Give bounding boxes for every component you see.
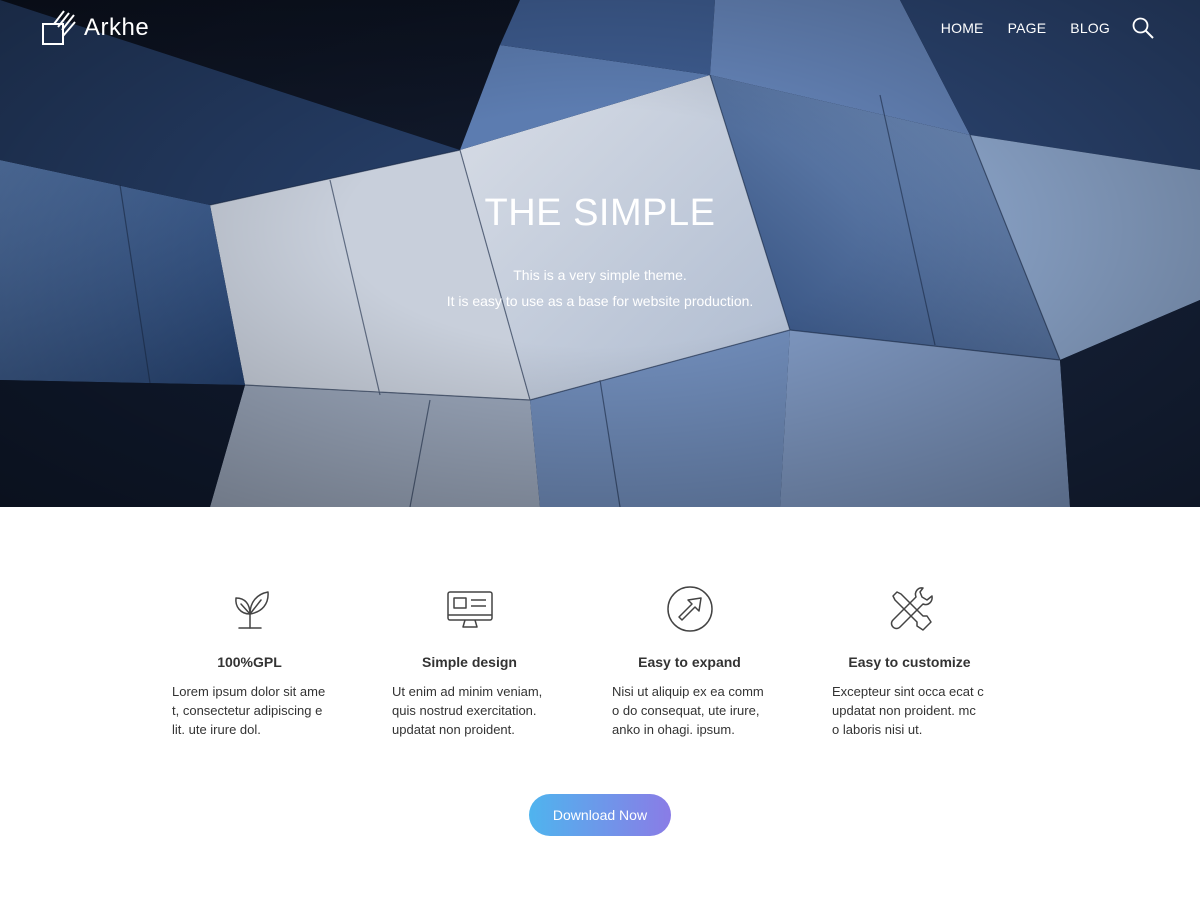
feature-description: Excepteur sint occa ecat c updatat non p… xyxy=(832,682,992,739)
feature-text-line: anko in ohagi. ipsum. xyxy=(612,722,735,737)
feature-title: 100%GPL xyxy=(217,654,282,670)
logo-text: Arkhe xyxy=(84,14,150,41)
feature-title: Easy to expand xyxy=(638,654,741,670)
feature-text-line: o laboris nisi ut. xyxy=(832,722,923,737)
feature-text-line: Excepteur sint occa ecat c xyxy=(832,684,984,699)
feature-easy-expand: Easy to expand Nisi ut aliquip ex ea com… xyxy=(612,584,832,739)
feature-icon-wrapper xyxy=(832,584,987,638)
features-section: 100%GPL Lorem ipsum dolor sit ame t, con… xyxy=(172,584,1052,739)
leaf-icon xyxy=(234,591,269,629)
feature-text-line: lit. ute irure dol. xyxy=(172,722,261,737)
feature-simple-design: Simple design Ut enim ad minim veniam, q… xyxy=(392,584,612,739)
feature-easy-customize: Easy to customize Excepteur sint occa ec… xyxy=(832,584,1052,739)
feature-icon-wrapper xyxy=(172,584,327,638)
feature-text-line: quis nostrud exercitation. xyxy=(392,703,537,718)
monitor-icon xyxy=(446,591,493,628)
feature-text-line: Lorem ipsum dolor sit ame xyxy=(172,684,326,699)
site-header: Arkhe HOME PAGE BLOG xyxy=(0,0,1200,60)
download-now-button[interactable]: Download Now xyxy=(529,794,671,836)
main-navigation: HOME PAGE BLOG xyxy=(917,17,1154,39)
feature-description: Nisi ut aliquip ex ea comm o do consequa… xyxy=(612,682,772,739)
feature-text-line: Ut enim ad minim veniam, xyxy=(392,684,543,699)
feature-gpl: 100%GPL Lorem ipsum dolor sit ame t, con… xyxy=(172,584,392,739)
feature-description: Lorem ipsum dolor sit ame t, consectetur… xyxy=(172,682,332,739)
tools-icon xyxy=(890,587,933,631)
hero-subtitle: This is a very simple theme. It is easy … xyxy=(0,262,1200,314)
feature-text-line: updatat non proident. xyxy=(392,722,515,737)
hero-subtitle-line-1: This is a very simple theme. xyxy=(513,267,687,283)
hero-title: THE SIMPLE xyxy=(484,192,716,234)
feature-icon-wrapper xyxy=(392,584,547,638)
search-icon[interactable] xyxy=(1132,17,1154,39)
expand-arrow-icon xyxy=(666,586,713,632)
hero-subtitle-line-2: It is easy to use as a base for website … xyxy=(446,293,754,309)
feature-text-line: updatat non proident. mc xyxy=(832,703,976,718)
feature-text-line: Nisi ut aliquip ex ea comm xyxy=(612,684,764,699)
logo-mark-icon xyxy=(42,10,76,45)
feature-text-line: o do consequat, ute irure, xyxy=(612,703,760,718)
site-logo[interactable]: Arkhe xyxy=(42,10,149,46)
hero-vignette xyxy=(0,0,1200,507)
feature-title: Easy to customize xyxy=(848,654,971,670)
feature-text-line: t, consectetur adipiscing e xyxy=(172,703,323,718)
nav-home[interactable]: HOME xyxy=(941,20,984,36)
feature-description: Ut enim ad minim veniam, quis nostrud ex… xyxy=(392,682,552,739)
nav-blog[interactable]: BLOG xyxy=(1070,20,1110,36)
nav-page[interactable]: PAGE xyxy=(1008,20,1047,36)
feature-title: Simple design xyxy=(422,654,517,670)
feature-icon-wrapper xyxy=(612,584,767,638)
hero-banner xyxy=(0,0,1200,507)
